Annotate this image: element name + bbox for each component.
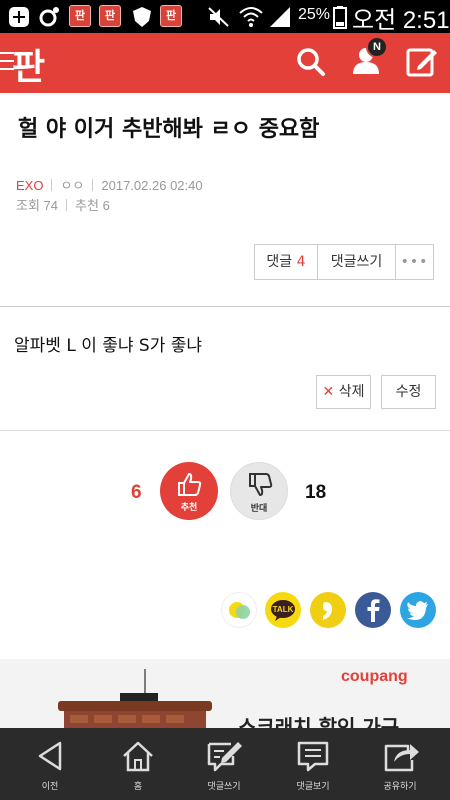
post-stats: 조회 74 추천 6	[16, 195, 110, 214]
pann-app-notification-icon: 판	[99, 5, 121, 27]
nav-home-label: 홈	[133, 782, 143, 792]
post-category[interactable]: EXO	[16, 178, 43, 193]
downvote-label: 반대	[250, 504, 268, 514]
nav-back[interactable]: 이전	[5, 728, 95, 800]
pann-app-notification-icon: 판	[160, 5, 182, 27]
shield-notification-icon	[133, 7, 151, 27]
nav-write-comment-label: 댓글쓰기	[207, 782, 241, 792]
reply-count: 4	[296, 254, 306, 270]
clock: 오전 2:51	[352, 7, 450, 34]
add-notification-icon	[9, 7, 29, 27]
kakaotalk-icon: TALK	[271, 600, 295, 621]
kakaostory-share-button[interactable]	[221, 592, 257, 628]
delete-button[interactable]: ✕ 삭제	[316, 375, 371, 409]
post-author: ㅇㅇ	[60, 178, 85, 193]
advertisement-banner[interactable]: coupang 스크래치 할인 가구	[0, 659, 450, 729]
upvote-label: 추천	[180, 503, 198, 513]
app-header: 판 N	[0, 33, 450, 93]
thumbs-down-icon	[249, 473, 273, 496]
wifi-icon	[239, 7, 263, 27]
band-icon	[323, 602, 332, 620]
kakaotalk-share-button[interactable]: TALK	[265, 592, 301, 628]
nav-back-label: 이전	[41, 782, 59, 792]
ad-brand-logo: coupang	[341, 668, 408, 685]
more-button[interactable]: •••	[396, 244, 434, 280]
edit-icon[interactable]	[406, 46, 438, 78]
downvote-count: 18	[305, 482, 327, 503]
upvote-button[interactable]: 추천	[160, 462, 218, 520]
pann-app-notification-icon: 판	[69, 5, 91, 27]
view-comments-icon	[297, 741, 329, 772]
home-icon	[123, 741, 153, 772]
notification-badge: N	[366, 36, 388, 58]
upvote-count: 6	[131, 482, 142, 503]
write-reply-button[interactable]: 댓글쓰기	[318, 244, 396, 280]
post-title: 헐 야 이거 추반해봐 ㄹㅇ 중요함	[18, 117, 320, 142]
status-bar: 판 판 판 25% 오전 2:51	[0, 0, 450, 34]
divider	[66, 199, 68, 211]
ad-furniture-image	[58, 669, 212, 729]
nav-home[interactable]: 홈	[93, 728, 183, 800]
nav-share-label: 공유하기	[383, 782, 417, 792]
divider	[0, 306, 450, 307]
post-body: 알파벳 L 이 좋냐 S가 좋냐	[14, 336, 203, 356]
divider	[92, 179, 94, 191]
recommend-label: 추천	[75, 198, 99, 213]
battery-percent: 25%	[298, 6, 331, 23]
post-meta: EXO ㅇㅇ 2017.02.26 02:40	[16, 175, 203, 194]
pann-logo[interactable]: 판	[12, 38, 45, 90]
divider	[0, 430, 450, 431]
twitter-share-button[interactable]	[400, 592, 436, 628]
thumbs-up-icon	[178, 473, 202, 496]
downvote-button[interactable]: 반대	[230, 462, 288, 520]
close-icon: ✕	[322, 384, 335, 400]
back-icon	[38, 741, 62, 771]
search-icon[interactable]	[296, 47, 326, 77]
recommend-count: 6	[102, 198, 110, 213]
facebook-icon	[367, 599, 380, 622]
nav-view-comments-label: 댓글보기	[296, 782, 330, 792]
band-share-button[interactable]	[310, 592, 346, 628]
bottom-navigation: 이전 홈 댓글쓰기 댓글보기 공유하기	[0, 728, 450, 800]
signal-icon	[270, 7, 290, 27]
nav-view-comments[interactable]: 댓글보기	[268, 728, 358, 800]
reply-label: 댓글	[266, 254, 293, 270]
views-count: 74	[43, 198, 59, 213]
kakaotalk-label: TALK	[273, 605, 294, 614]
reply-count-button[interactable]: 댓글 4	[254, 244, 318, 280]
views-label: 조회	[16, 198, 40, 213]
share-icon	[384, 744, 419, 772]
nav-share[interactable]: 공유하기	[355, 728, 445, 800]
ad-headline: 스크래치 할인 가구	[238, 715, 400, 729]
mute-icon	[208, 7, 229, 27]
edit-button[interactable]: 수정	[381, 375, 436, 409]
battery-icon	[333, 6, 347, 29]
divider	[51, 179, 53, 191]
post-date: 2017.02.26 02:40	[101, 178, 203, 193]
write-comment-icon	[207, 742, 242, 772]
facebook-share-button[interactable]	[355, 592, 391, 628]
sync-notification-icon	[39, 7, 59, 27]
nav-write-comment[interactable]: 댓글쓰기	[179, 728, 269, 800]
twitter-icon	[407, 601, 428, 620]
kakaostory-icon	[229, 602, 250, 619]
delete-label: 삭제	[338, 384, 365, 400]
